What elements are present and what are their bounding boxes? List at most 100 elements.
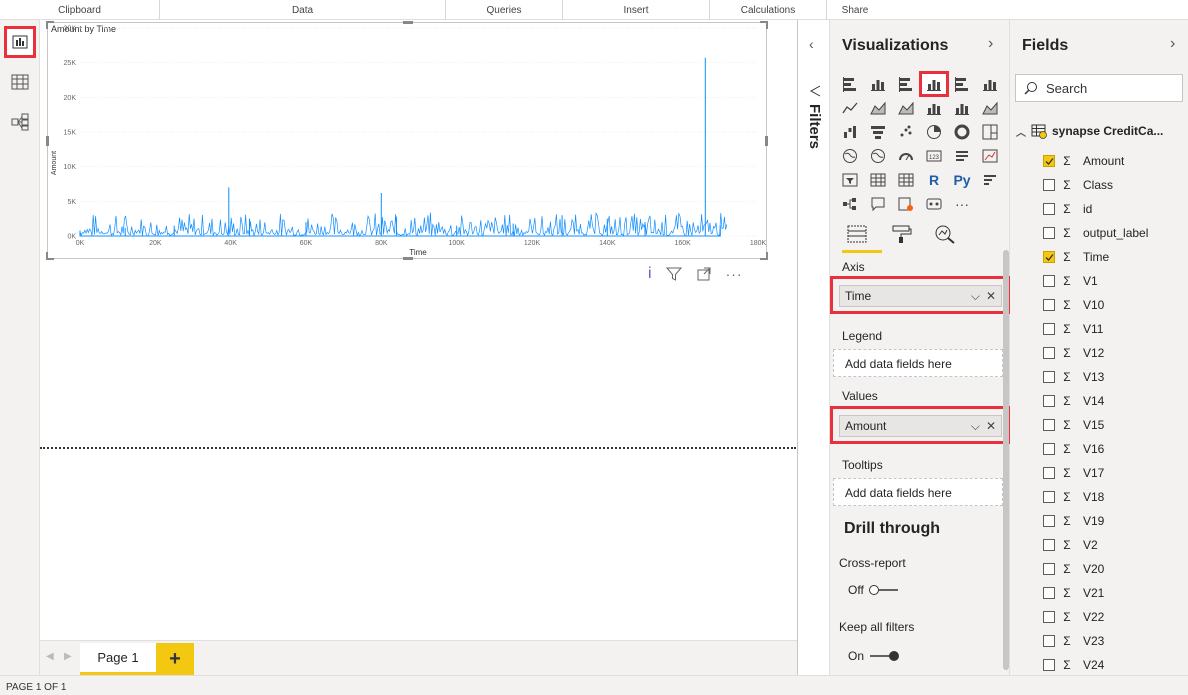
python-visual-icon[interactable]: Py (948, 168, 976, 192)
field-checkbox[interactable] (1043, 179, 1055, 191)
resize-handle[interactable] (46, 136, 49, 146)
field-item[interactable]: Σ V13 (1043, 365, 1104, 389)
ribbon-group-clipboard[interactable]: Clipboard (0, 0, 160, 20)
field-item[interactable]: Σ V19 (1043, 509, 1104, 533)
filled-map-icon[interactable] (864, 144, 892, 168)
field-item[interactable]: Σ V17 (1043, 461, 1104, 485)
funnel-icon[interactable] (864, 120, 892, 144)
remove-field-icon[interactable]: ✕ (986, 419, 996, 434)
field-checkbox[interactable] (1043, 515, 1055, 527)
chevron-left-icon[interactable]: ‹ (809, 36, 814, 52)
scrollbar[interactable] (1003, 250, 1009, 670)
chevron-down-icon[interactable]: ⌵ (971, 289, 980, 304)
data-view-button[interactable] (4, 66, 36, 98)
field-checkbox[interactable] (1043, 395, 1055, 407)
qa-icon[interactable] (864, 192, 892, 216)
r-visual-icon[interactable]: R (920, 168, 948, 192)
field-item[interactable]: Σoutput_label (1043, 221, 1148, 245)
page-tab[interactable]: Page 1 (80, 643, 156, 675)
stacked-column-icon[interactable] (864, 72, 892, 96)
field-checkbox[interactable] (1043, 227, 1055, 239)
clustered-column-icon[interactable] (919, 71, 949, 97)
model-view-button[interactable] (4, 106, 36, 138)
analytics-tab-icon[interactable] (934, 224, 956, 244)
ribbon-chart-icon[interactable] (976, 96, 1004, 120)
field-item[interactable]: Σ Time (1043, 245, 1109, 269)
field-item[interactable]: Σ V2 (1043, 533, 1098, 557)
clustered-bar-icon[interactable] (892, 72, 920, 96)
fields-search-input[interactable]: Search (1015, 74, 1183, 102)
field-checkbox[interactable] (1043, 155, 1055, 167)
field-item[interactable]: Σ Amount (1043, 149, 1124, 173)
decomposition-tree-icon[interactable] (836, 192, 864, 216)
cross-report-toggle[interactable]: Off (848, 583, 900, 597)
ribbon-group-share[interactable]: Share (827, 0, 883, 20)
field-checkbox[interactable] (1043, 467, 1055, 479)
smart-narrative-icon[interactable] (892, 192, 920, 216)
stacked-bar-icon[interactable] (836, 72, 864, 96)
axis-well[interactable]: Time ⌵ ✕ (830, 276, 1010, 314)
field-checkbox[interactable] (1043, 323, 1055, 335)
stacked-area-icon[interactable] (892, 96, 920, 120)
remove-field-icon[interactable]: ✕ (986, 289, 996, 304)
tooltips-well[interactable]: Add data fields here (833, 478, 1003, 506)
map-icon[interactable] (836, 144, 864, 168)
more-options-icon[interactable]: ··· (726, 266, 743, 282)
next-page-icon[interactable]: ▶ (64, 651, 72, 662)
ribbon-group-calculations[interactable]: Calculations (710, 0, 827, 20)
waterfall-icon[interactable] (836, 120, 864, 144)
field-checkbox[interactable] (1043, 203, 1055, 215)
field-item[interactable]: Σ V20 (1043, 557, 1104, 581)
field-checkbox[interactable] (1043, 635, 1055, 647)
add-page-button[interactable]: + (156, 643, 194, 675)
chevron-up-icon[interactable]: ︿ (1016, 124, 1026, 139)
keep-filters-toggle[interactable]: On (848, 649, 900, 663)
field-checkbox[interactable] (1043, 587, 1055, 599)
field-checkbox[interactable] (1043, 371, 1055, 383)
table-icon[interactable] (864, 168, 892, 192)
focus-mode-icon[interactable] (696, 266, 712, 282)
chevron-down-icon[interactable]: ⌵ (971, 419, 980, 434)
filter-icon[interactable] (665, 266, 682, 282)
slicer-icon[interactable] (836, 168, 864, 192)
values-field-chip[interactable]: Amount ⌵ ✕ (839, 415, 1002, 437)
field-item[interactable]: Σ V15 (1043, 413, 1104, 437)
report-view-button[interactable] (4, 26, 36, 58)
field-checkbox[interactable] (1043, 539, 1055, 551)
field-item[interactable]: Σ Class (1043, 173, 1113, 197)
field-item[interactable]: Σid (1043, 197, 1092, 221)
resize-handle[interactable] (760, 21, 768, 29)
resize-handle[interactable] (765, 136, 768, 146)
resize-handle[interactable] (403, 21, 413, 24)
field-item[interactable]: Σ V21 (1043, 581, 1104, 605)
format-tab-icon[interactable] (890, 224, 912, 244)
axis-field-chip[interactable]: Time ⌵ ✕ (839, 285, 1002, 307)
field-item[interactable]: Σ V18 (1043, 485, 1104, 509)
chevron-right-icon[interactable]: › (1170, 35, 1175, 53)
field-checkbox[interactable] (1043, 563, 1055, 575)
resize-handle[interactable] (46, 252, 54, 260)
field-checkbox[interactable] (1043, 251, 1055, 263)
scatter-icon[interactable] (892, 120, 920, 144)
ribbon-group-queries[interactable]: Queries (446, 0, 563, 20)
field-item[interactable]: Σ V24 (1043, 653, 1104, 677)
table-node[interactable]: ︿ synapse CreditCa... (1016, 123, 1163, 139)
line-column-icon[interactable] (920, 96, 948, 120)
field-checkbox[interactable] (1043, 611, 1055, 623)
gauge-icon[interactable] (892, 144, 920, 168)
field-checkbox[interactable] (1043, 491, 1055, 503)
field-item[interactable]: Σ V12 (1043, 341, 1104, 365)
info-icon[interactable]: i (648, 265, 652, 283)
fields-tab-icon[interactable] (846, 224, 868, 244)
line-chart-visual[interactable]: Amount by Time 0K 5K 10K 15K 20K 25K 30K 0K 20K… (46, 21, 768, 260)
resize-handle[interactable] (403, 257, 413, 260)
prev-page-icon[interactable]: ◀ (46, 651, 54, 662)
values-well[interactable]: Amount ⌵ ✕ (830, 406, 1010, 444)
more-icon[interactable]: ··· (948, 192, 976, 216)
kpi-icon[interactable] (976, 144, 1004, 168)
line-chart-icon[interactable] (836, 96, 864, 120)
resize-handle[interactable] (760, 252, 768, 260)
100-bar-icon[interactable] (948, 72, 976, 96)
line-clustered-icon[interactable] (948, 96, 976, 120)
treemap-icon[interactable] (976, 120, 1004, 144)
